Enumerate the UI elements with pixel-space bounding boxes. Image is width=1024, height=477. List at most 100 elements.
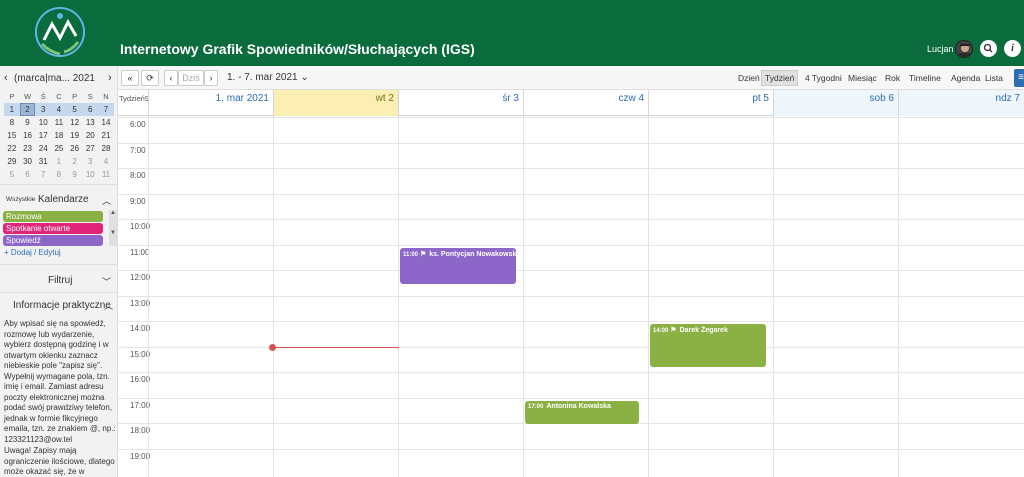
hour-slot[interactable]: 9:00	[118, 193, 1024, 219]
calendars-all-toggle[interactable]: Wszystkie	[6, 196, 35, 203]
mini-day[interactable]: 3	[35, 103, 52, 116]
mini-day[interactable]: 19	[67, 129, 83, 142]
mini-day[interactable]: 29	[4, 155, 20, 168]
chevron-up-icon[interactable]: ︿	[102, 194, 111, 207]
calendar-event[interactable]: 11:00 ⚑ ks. Pontycjan Nowakowski	[400, 247, 516, 284]
avatar[interactable]	[955, 40, 973, 58]
view-tab[interactable]: Dzień	[735, 70, 763, 86]
hour-slot[interactable]: 8:00	[118, 168, 1024, 193]
mini-next-icon[interactable]: ›	[108, 72, 112, 84]
mini-day[interactable]: 11	[51, 116, 67, 129]
mini-day[interactable]: 18	[51, 129, 67, 142]
mini-day[interactable]: 1	[51, 155, 67, 168]
search-icon[interactable]	[980, 40, 997, 57]
hour-slot[interactable]: 18:00	[118, 423, 1024, 448]
today-button[interactable]: Dziś	[178, 70, 204, 86]
mini-day[interactable]: 30	[20, 155, 36, 168]
scroll-up-icon[interactable]: ▲	[109, 210, 117, 216]
mini-prev-icon[interactable]: ‹	[4, 72, 8, 84]
view-tab[interactable]: Tydzień	[761, 70, 799, 86]
view-tab[interactable]: Timeline	[906, 70, 944, 86]
mini-day[interactable]: 2	[19, 103, 36, 116]
mini-day[interactable]: 10	[82, 168, 98, 181]
mini-day[interactable]: 2	[67, 155, 83, 168]
calendar-item[interactable]: Spowiedź	[3, 235, 103, 246]
date-range-dropdown[interactable]: 1. - 7. mar 2021 ⌄	[227, 72, 309, 83]
filter-toggle[interactable]: Filtruj	[48, 275, 72, 286]
hour-slot[interactable]: 10:00	[118, 219, 1024, 244]
view-tab[interactable]: Rok	[882, 70, 903, 86]
mini-day[interactable]: 7	[35, 168, 51, 181]
hour-slot[interactable]: 6:00	[118, 117, 1024, 142]
refresh-icon[interactable]: ⟳	[141, 70, 159, 86]
mini-day[interactable]: 27	[82, 142, 98, 155]
mini-day[interactable]: 9	[67, 168, 83, 181]
mini-day[interactable]: 8	[51, 168, 67, 181]
view-tab[interactable]: Miesiąc	[845, 70, 880, 86]
hour-slot[interactable]: 12:00	[118, 270, 1024, 295]
info-icon[interactable]: i	[1004, 40, 1021, 57]
mini-day[interactable]: 4	[51, 103, 67, 116]
mini-day[interactable]: 24	[35, 142, 51, 155]
hour-slot[interactable]: 19:00	[118, 448, 1024, 474]
calendars-scrollbar[interactable]: ▲ ▼	[109, 210, 117, 246]
hour-slot[interactable]: 11:00	[118, 244, 1024, 270]
day-header[interactable]: śr 3	[398, 90, 523, 116]
hour-slot[interactable]: 14:00	[118, 321, 1024, 346]
view-tab[interactable]: Lista	[982, 70, 1006, 86]
mini-day[interactable]: 6	[20, 168, 36, 181]
day-header[interactable]: czw 4	[523, 90, 648, 116]
day-header[interactable]: ndz 7	[898, 90, 1024, 116]
mini-day[interactable]: 23	[20, 142, 36, 155]
calendar-event[interactable]: 14:00 ⚑ Darek Żegarek	[650, 324, 766, 367]
mini-day[interactable]: 16	[20, 129, 36, 142]
prev-week-button[interactable]: ‹	[164, 70, 178, 86]
mini-day[interactable]: 1	[4, 103, 20, 116]
mini-day[interactable]: 10	[35, 116, 51, 129]
info-title[interactable]: Informacje praktyczne	[13, 300, 111, 311]
mini-day[interactable]: 11	[98, 168, 114, 181]
hour-slot[interactable]: 7:00	[118, 142, 1024, 168]
chevron-up-icon[interactable]: ︿	[104, 299, 113, 312]
mini-day[interactable]: 21	[98, 129, 114, 142]
mini-day[interactable]: 15	[4, 129, 20, 142]
scroll-down-icon[interactable]: ▼	[109, 230, 117, 236]
mini-day[interactable]: 9	[20, 116, 36, 129]
hour-slot[interactable]: 16:00	[118, 372, 1024, 397]
mini-day[interactable]: 7	[98, 103, 114, 116]
hour-slot[interactable]: 13:00	[118, 295, 1024, 321]
add-edit-link[interactable]: + Dodaj / Edytuj	[4, 248, 61, 257]
mini-day[interactable]: 6	[82, 103, 99, 116]
calendar-item[interactable]: Rozmowa	[3, 211, 103, 222]
mini-day[interactable]: 4	[98, 155, 114, 168]
mini-day[interactable]: 5	[66, 103, 83, 116]
view-tab[interactable]: Agenda	[948, 70, 983, 86]
day-header[interactable]: pt 5	[648, 90, 773, 116]
calendar-item[interactable]: Spotkanie otwarte	[3, 223, 103, 234]
mini-day[interactable]: 28	[98, 142, 114, 155]
day-header[interactable]: wt 2	[273, 90, 398, 116]
calendar-event[interactable]: 17:00 Antonina Kowalska	[525, 400, 639, 424]
mini-day[interactable]: 26	[67, 142, 83, 155]
mini-day[interactable]: 31	[35, 155, 51, 168]
chevron-down-icon[interactable]: ﹀	[102, 275, 111, 288]
mini-day[interactable]: 5	[4, 168, 20, 181]
next-week-button[interactable]: ›	[204, 70, 218, 86]
user-name[interactable]: Lucjan	[927, 44, 954, 54]
logo-icon[interactable]	[34, 6, 86, 58]
mini-day[interactable]: 3	[82, 155, 98, 168]
mini-day[interactable]: 20	[82, 129, 98, 142]
day-header[interactable]: sob 6	[773, 90, 898, 116]
hour-slot[interactable]: 15:00	[118, 346, 1024, 372]
menu-icon[interactable]: ≡	[1014, 69, 1024, 87]
mini-month-title[interactable]: (marca|ma... 2021	[14, 73, 95, 84]
mini-day[interactable]: 8	[4, 116, 20, 129]
day-header[interactable]: 1. mar 2021	[148, 90, 273, 116]
mini-day[interactable]: 17	[35, 129, 51, 142]
mini-day[interactable]: 25	[51, 142, 67, 155]
mini-day[interactable]: 22	[4, 142, 20, 155]
mini-day[interactable]: 13	[82, 116, 98, 129]
view-tab[interactable]: 4 Tygodni	[802, 70, 845, 86]
double-left-icon[interactable]: «	[121, 70, 139, 86]
mini-day[interactable]: 12	[67, 116, 83, 129]
